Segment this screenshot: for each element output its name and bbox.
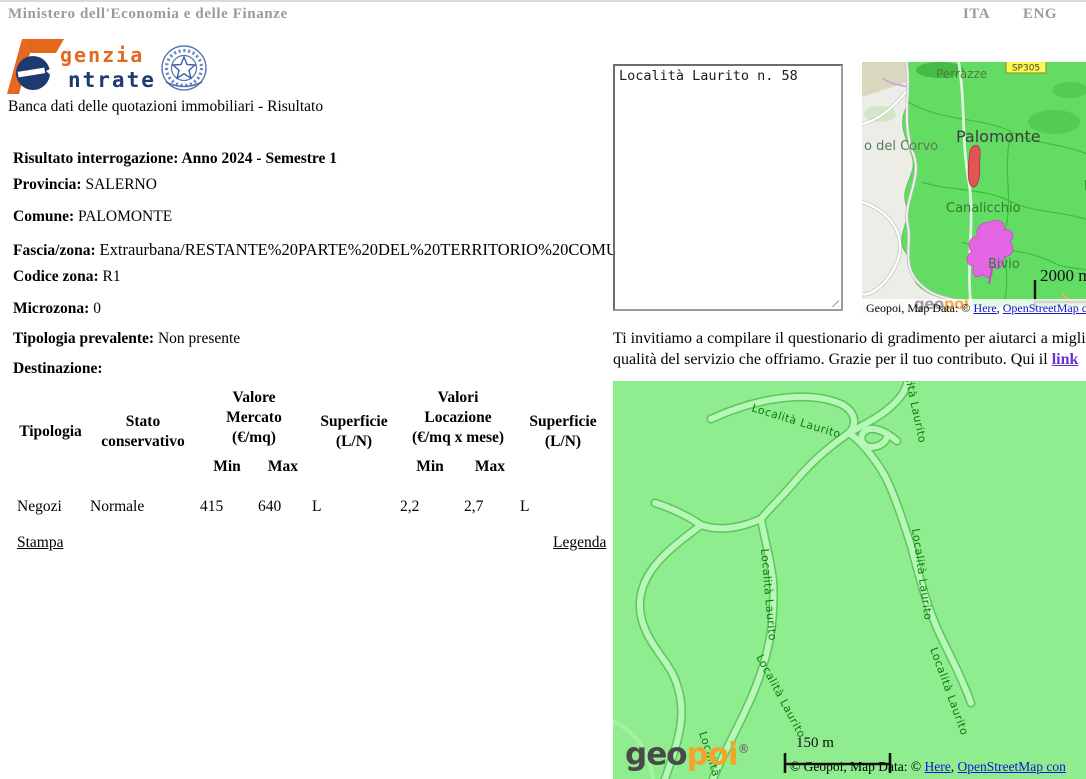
- table-row: Negozi Normale 415 640 L 2,2 2,7 L: [13, 476, 608, 516]
- col-header-min-2: Min: [398, 448, 462, 476]
- cell-stato: Normale: [88, 476, 198, 516]
- openstreetmap-link[interactable]: OpenStreetMap co: [1003, 301, 1086, 315]
- detail-attribution: © Geopoi, Map Data: © Here, OpenStreetMa…: [790, 759, 1066, 775]
- cell-locazione-max: 2,7: [462, 476, 518, 516]
- field-comune-label: Comune:: [13, 208, 74, 225]
- field-codice-zona: Codice zona: R1: [13, 268, 613, 286]
- address-textarea[interactable]: Località Laurito n. 58: [613, 64, 843, 311]
- geopoi-logo-poi: poi: [687, 736, 738, 772]
- overview-map[interactable]: Perrazze SP305 Palomonte o del Corvo Can…: [862, 62, 1086, 317]
- logo-word-entrate: ntrate: [68, 68, 156, 92]
- cell-superficie-2: L: [518, 476, 608, 516]
- openstreetmap-link[interactable]: OpenStreetMap con: [957, 759, 1065, 774]
- address-textarea-wrap: Località Laurito n. 58: [613, 64, 843, 311]
- map-label-perrazze: Perrazze: [936, 67, 987, 81]
- detail-map-canvas: Località Laurito Località Laurito Locali…: [613, 381, 1086, 779]
- page-title: Banca dati delle quotazioni immobiliari …: [8, 98, 323, 116]
- field-codice-value: R1: [103, 268, 121, 285]
- here-link[interactable]: Here: [973, 301, 996, 315]
- italy-emblem-icon: [162, 46, 206, 90]
- field-fascia-zona: Fascia/zona: Extraurbana/RESTANTE%20PART…: [13, 240, 613, 260]
- field-fascia-value: Extraurbana/RESTANTE%20PARTE%20DEL%20TER…: [100, 240, 613, 259]
- col-header-superficie-1: Superficie (L/N): [310, 388, 398, 476]
- ministry-title: Ministero dell'Economia e delle Finanze: [8, 6, 288, 23]
- geopoi-logo-geo: geo: [625, 736, 687, 772]
- page: Ministero dell'Economia e delle Finanze …: [0, 0, 1086, 779]
- cell-superficie-1: L: [310, 476, 398, 516]
- field-tipologia-prev-label: Tipologia prevalente:: [13, 330, 154, 347]
- overview-scale-label: 2000 m: [1040, 266, 1086, 286]
- field-comune: Comune: PALOMONTE: [13, 208, 613, 226]
- geopoi-logo: geopoi®: [625, 734, 750, 769]
- map-label-bivio: Bivio: [988, 257, 1020, 272]
- survey-line2-text: qualità del servizio che offriamo. Grazi…: [613, 351, 1052, 368]
- overview-attr-prefix: Geopoi, Map Data: ©: [866, 301, 973, 315]
- field-destinazione: Destinazione:: [13, 360, 613, 378]
- detail-scale-label: 150 m: [796, 735, 834, 752]
- here-link[interactable]: Here: [925, 759, 951, 774]
- lang-ita-link[interactable]: ITA: [963, 6, 990, 23]
- cell-tipologia: Negozi: [13, 476, 88, 516]
- col-header-valori-locazione: Valori Locazione (€/mq x mese): [398, 388, 518, 448]
- svg-text:SP305: SP305: [1012, 64, 1040, 74]
- field-microzona-value: 0: [93, 300, 101, 317]
- geopoi-logo-r: ®: [738, 742, 750, 756]
- field-comune-value: PALOMONTE: [78, 208, 172, 225]
- agenzia-entrate-logo-graphic: genzia ntrate: [6, 38, 216, 96]
- field-tipologia-prev-value: Non presente: [158, 330, 240, 347]
- col-header-tipologia: Tipologia: [13, 388, 88, 476]
- cell-locazione-min: 2,2: [398, 476, 462, 516]
- field-provincia-label: Provincia:: [13, 176, 82, 193]
- quotations-table: Tipologia Stato conservativo Valore Merc…: [13, 388, 608, 516]
- survey-line2: qualità del servizio che offriamo. Grazi…: [613, 349, 1086, 370]
- field-microzona-label: Microzona:: [13, 300, 89, 317]
- field-fascia-label: Fascia/zona:: [13, 242, 96, 259]
- map-label-canalicchio: Canalicchio: [946, 201, 1021, 216]
- detail-map[interactable]: Località Laurito Località Laurito Locali…: [613, 381, 1086, 779]
- field-microzona: Microzona: 0: [13, 300, 613, 318]
- map-label-corvo: o del Corvo: [864, 139, 938, 154]
- logo-word-agenzia: genzia: [60, 43, 144, 67]
- agenzia-entrate-logo: genzia ntrate: [6, 38, 216, 96]
- survey-note: Ti invitiamo a compilare il questionario…: [613, 328, 1086, 370]
- col-header-superficie-2: Superficie (L/N): [518, 388, 608, 476]
- top-divider: [0, 0, 1086, 2]
- field-tipologia-prevalente: Tipologia prevalente: Non presente: [13, 330, 613, 348]
- col-header-min-1: Min: [198, 448, 256, 476]
- field-provincia-value: SALERNO: [85, 176, 156, 193]
- cell-mercato-min: 415: [198, 476, 256, 516]
- overview-attribution: Geopoi, Map Data: © Here, OpenStreetMap …: [866, 301, 1086, 316]
- survey-link[interactable]: link: [1052, 351, 1079, 368]
- stampa-link[interactable]: Stampa: [17, 534, 64, 552]
- result-title: Risultato interrogazione: Anno 2024 - Se…: [13, 150, 613, 168]
- lang-eng-link[interactable]: ENG: [1023, 6, 1057, 23]
- field-codice-label: Codice zona:: [13, 268, 99, 285]
- col-header-max-1: Max: [256, 448, 310, 476]
- map-label-palomonte: Palomonte: [956, 127, 1041, 146]
- col-header-valore-mercato: Valore Mercato (€/mq): [198, 388, 310, 448]
- cell-mercato-max: 640: [256, 476, 310, 516]
- detail-attr-prefix: © Geopoi, Map Data: ©: [790, 759, 925, 774]
- legenda-link[interactable]: Legenda: [553, 534, 606, 552]
- field-destinazione-label: Destinazione:: [13, 360, 103, 377]
- col-header-stato: Stato conservativo: [88, 388, 198, 476]
- field-provincia: Provincia: SALERNO: [13, 176, 613, 194]
- col-header-max-2: Max: [462, 448, 518, 476]
- survey-line1: Ti invitiamo a compilare il questionario…: [613, 328, 1086, 349]
- road-badge-sp305: SP305: [1006, 62, 1046, 74]
